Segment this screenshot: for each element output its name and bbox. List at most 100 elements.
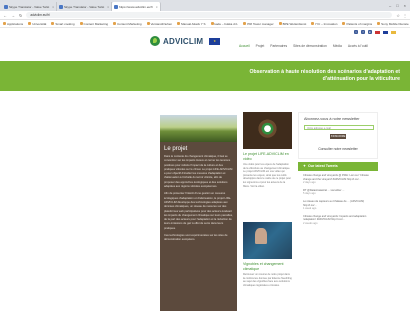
bookmark-item[interactable]: Sony Mobile Dienste bbox=[377, 22, 409, 26]
eu-flag-icon: ★ bbox=[209, 37, 221, 45]
newsletter-title: Abonnez-vous à notre newsletter bbox=[304, 117, 360, 121]
bookmark-item[interactable]: Manual Attack Y S bbox=[177, 22, 206, 26]
video-thumbnail-image[interactable] bbox=[243, 112, 292, 149]
nav-item-accueil[interactable]: Accueil bbox=[239, 44, 250, 48]
nav-item-sites[interactable]: Sites de démonstration bbox=[293, 44, 327, 48]
bookmark-item[interactable]: kade – bukka d.b. bbox=[210, 22, 238, 26]
site-logo[interactable]: ADVICLIM ★ bbox=[150, 36, 221, 46]
tweets-widget: ✦ Our latest Tweets Climate change and v… bbox=[298, 162, 378, 233]
tweets-header-label: Our latest Tweets bbox=[308, 164, 338, 168]
sidebar: Abonnez-vous à notre newsletter Votre ad… bbox=[298, 112, 378, 233]
forward-icon[interactable]: → bbox=[11, 13, 15, 18]
bookmark-icon bbox=[28, 22, 32, 25]
window-controls: – □ × bbox=[389, 3, 410, 8]
bookmark-item[interactable]: BPE Wetterdienst bbox=[278, 22, 306, 26]
bookmark-item[interactable]: Content Marketing bbox=[113, 22, 142, 26]
menu-icon[interactable]: ⋮ bbox=[403, 13, 407, 18]
hero-banner: Observation à haute résolution des scéna… bbox=[0, 61, 410, 91]
subscribe-button[interactable]: S'INSCRIRE bbox=[330, 134, 346, 139]
close-tab-icon[interactable]: × bbox=[52, 5, 54, 9]
banner-title-line: d'atténuation pour la viticulture bbox=[322, 76, 400, 82]
bookmark-item[interactable]: Verstand/ziehen bbox=[146, 22, 172, 26]
nav-item-media[interactable]: Média bbox=[333, 44, 342, 48]
url-field[interactable]: adviclim.eu/fr/ bbox=[26, 12, 393, 18]
browser-tab[interactable]: Skype Translator - Value Twist × bbox=[2, 2, 58, 11]
news-card[interactable]: Le projet LIFE-ADVICLIM en vidéo Une vid… bbox=[243, 112, 292, 188]
linkedin-icon[interactable]: in bbox=[368, 30, 372, 34]
newsletter-email-input[interactable]: Votre adresse e-mail bbox=[304, 125, 374, 130]
news-title[interactable]: Vignobles et changement climatique bbox=[243, 262, 292, 271]
browser-tab-bar: Skype Translator - Value Twist × Skype T… bbox=[0, 0, 410, 11]
language-flag-icon[interactable] bbox=[375, 30, 380, 34]
tweet-item[interactable]: Climate change and vineyards @ PiWo: Lie… bbox=[303, 174, 373, 185]
tab-label: Skype Translator - Value Twist bbox=[9, 4, 50, 9]
project-card: Le projet Dans le contexte du changement… bbox=[160, 115, 237, 311]
tweet-item[interactable]: RT @DatasCatastral ... via twitter ... 5… bbox=[303, 189, 373, 196]
site-header: ADVICLIM ★ t f in Accueil Projet Partena… bbox=[0, 28, 410, 61]
bookmark-item[interactable]: Applications bbox=[3, 22, 23, 26]
social-links: t f in bbox=[354, 30, 396, 34]
conference-thumbnail-image[interactable] bbox=[243, 222, 292, 259]
main-content: Le projet Dans le contexte du changement… bbox=[0, 91, 410, 311]
bookmark-icon bbox=[177, 22, 181, 25]
nav-item-partenaires[interactable]: Partenaires bbox=[270, 44, 287, 48]
browser-tab-active[interactable]: https://www.adviclim.eu/fr × bbox=[112, 2, 161, 11]
project-title: Le projet bbox=[164, 146, 188, 152]
tab-label: Skype Translator - Value Twist bbox=[64, 4, 105, 9]
tweet-item[interactable]: Le réseau de capteurs au Château de ... … bbox=[303, 200, 373, 211]
project-paragraph: Ces technologies sont expérimentées sur … bbox=[164, 234, 228, 242]
bookmark-icon bbox=[51, 22, 55, 25]
back-icon[interactable]: ← bbox=[3, 13, 7, 18]
language-flag-icon[interactable] bbox=[383, 30, 388, 34]
minimize-icon[interactable]: – bbox=[389, 3, 391, 8]
news-excerpt: Retrouvez un résumé de notre projet dans… bbox=[243, 273, 292, 287]
banner-title-line: Observation à haute résolution des scéna… bbox=[249, 69, 400, 75]
tweet-item[interactable]: Climate change and vineyards: Impacts an… bbox=[303, 215, 373, 226]
bookmark-icon bbox=[113, 22, 117, 25]
language-flag-icon[interactable] bbox=[391, 30, 396, 34]
bookmark-item[interactable]: Patients of margins bbox=[342, 22, 372, 26]
close-tab-icon[interactable]: × bbox=[156, 5, 158, 9]
reload-icon[interactable]: ↻ bbox=[19, 13, 22, 18]
newsletter-archive-link[interactable]: Consulter notre newsletter bbox=[304, 147, 372, 151]
close-tab-icon[interactable]: × bbox=[107, 5, 109, 9]
bookmarks-bar: Applications Universität Smart cooking C… bbox=[0, 20, 410, 28]
news-title[interactable]: Le projet LIFE-ADVICLIM en vidéo bbox=[243, 152, 292, 161]
bookmark-icon bbox=[342, 22, 346, 25]
bookmark-icon bbox=[79, 22, 83, 25]
tweets-list: Climate change and vineyards @ PiWo: Lie… bbox=[298, 171, 378, 233]
facebook-icon[interactable]: f bbox=[361, 30, 365, 34]
bookmark-icon bbox=[210, 22, 214, 25]
bookmark-item[interactable]: Smart cooking bbox=[51, 22, 75, 26]
bookmark-item[interactable]: Universität bbox=[28, 22, 46, 26]
tab-favicon-icon bbox=[59, 4, 64, 9]
bookmark-icon bbox=[146, 22, 150, 25]
twitter-bird-icon: ✦ bbox=[303, 164, 307, 168]
browser-tab[interactable]: Skype Translator - Value Twist × bbox=[57, 2, 113, 11]
news-card[interactable]: Vignobles et changement climatique Retro… bbox=[243, 222, 292, 302]
leaf-logo-icon bbox=[150, 36, 160, 46]
bookmark-item[interactable]: PRI Tower manager bbox=[243, 22, 274, 26]
project-text: Dans le contexte du changement climatiqu… bbox=[160, 153, 237, 248]
tweet-date: 5 days ago bbox=[303, 192, 316, 196]
address-bar-row: ← → ↻ adviclim.eu/fr/ ☆ ⋮ bbox=[0, 11, 410, 20]
nav-item-outil[interactable]: Accès à l'outil bbox=[348, 44, 368, 48]
project-paragraph: Dans le contexte du changement climatiqu… bbox=[164, 155, 233, 189]
tweets-header: ✦ Our latest Tweets bbox=[298, 162, 378, 171]
bookmark-icon bbox=[243, 22, 247, 25]
bookmark-icon bbox=[3, 22, 6, 25]
tab-favicon-icon bbox=[4, 4, 8, 9]
close-window-icon[interactable]: × bbox=[404, 3, 406, 8]
tweet-date: 2 days ago bbox=[303, 181, 316, 185]
news-excerpt: Une vidéo pour les enjeux de l'adaptatio… bbox=[243, 163, 291, 188]
bookmark-item[interactable]: Content Marketing bbox=[79, 22, 108, 26]
star-icon[interactable]: ☆ bbox=[396, 13, 400, 18]
bookmark-item[interactable]: IYC – Innovation bbox=[311, 22, 337, 26]
tweet-date: 1 week ago bbox=[303, 207, 317, 211]
vineyard-image bbox=[160, 115, 237, 142]
nav-item-projet[interactable]: Projet bbox=[256, 44, 265, 48]
twitter-icon[interactable]: t bbox=[354, 30, 358, 34]
bookmark-icon bbox=[278, 22, 282, 25]
tab-label: https://www.adviclim.eu/fr bbox=[119, 4, 153, 9]
maximize-icon[interactable]: □ bbox=[396, 3, 398, 8]
